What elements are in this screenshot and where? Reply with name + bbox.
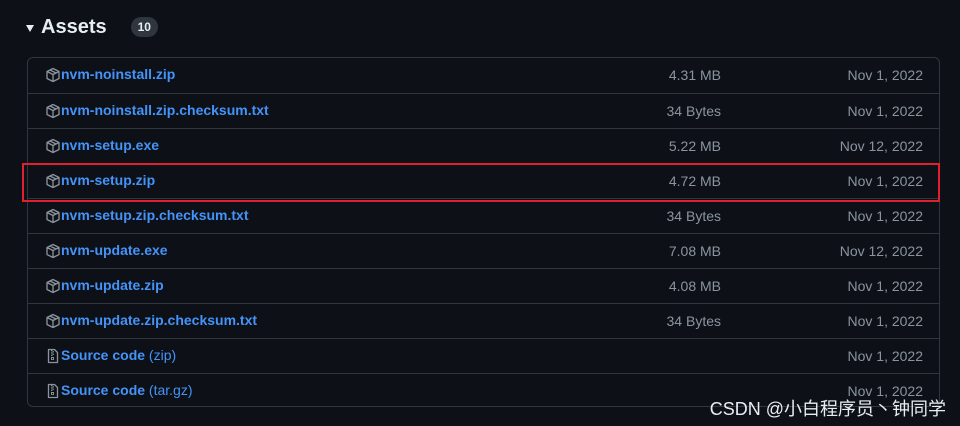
- asset-size: 5.22 MB: [668, 138, 721, 154]
- asset-size: 7.08 MB: [668, 243, 721, 259]
- assets-list: nvm-noinstall.zip 4.31 MB Nov 1, 2022 nvm-n…: [27, 57, 940, 407]
- caret-down-icon: [26, 24, 34, 32]
- asset-name: nvm-setup.exe: [61, 137, 160, 153]
- asset-name: nvm-setup.zip.checksum.txt: [61, 207, 249, 223]
- asset-size: 4.08 MB: [668, 278, 721, 294]
- asset-date: Nov 1, 2022: [847, 103, 924, 119]
- asset-name: nvm-noinstall.zip.checksum.txt: [61, 102, 269, 118]
- asset-link[interactable]: nvm-update.exe: [61, 242, 168, 258]
- asset-row: nvm-update.zip.checksum.txt 34 Bytes Nov 1…: [28, 303, 939, 338]
- asset-row: nvm-noinstall.zip.checksum.txt 34 Bytes No…: [28, 93, 939, 128]
- asset-name: nvm-noinstall.zip: [61, 66, 176, 82]
- asset-link[interactable]: nvm-update.zip.checksum.txt: [61, 312, 257, 328]
- package-icon: [45, 243, 61, 259]
- asset-date: Nov 1, 2022: [847, 348, 924, 364]
- asset-name: Source code: [61, 382, 146, 398]
- asset-name: nvm-setup.zip: [61, 172, 156, 188]
- asset-date: Nov 1, 2022: [847, 67, 924, 83]
- asset-link[interactable]: nvm-update.zip: [61, 277, 164, 293]
- asset-size: 4.31 MB: [668, 67, 721, 83]
- package-icon: [45, 278, 61, 294]
- asset-link[interactable]: nvm-setup.zip: [61, 172, 155, 188]
- asset-extension: (tar.gz): [145, 382, 193, 398]
- asset-row: nvm-update.zip 4.08 MB Nov 1, 2022: [28, 268, 939, 303]
- file-zip-icon: [45, 383, 61, 399]
- assets-count-badge: 10: [130, 17, 158, 37]
- asset-size: 34 Bytes: [666, 208, 721, 224]
- asset-name: nvm-update.exe: [61, 242, 168, 258]
- asset-date: Nov 1, 2022: [847, 278, 924, 294]
- package-icon: [45, 313, 61, 329]
- asset-name: nvm-update.zip: [61, 277, 164, 293]
- asset-row: nvm-setup.exe 5.22 MB Nov 12, 2022: [28, 128, 939, 163]
- asset-size: 34 Bytes: [666, 103, 721, 119]
- asset-row: nvm-setup.zip 4.72 MB Nov 1, 2022: [28, 163, 939, 198]
- asset-row: nvm-noinstall.zip 4.31 MB Nov 1, 2022: [28, 58, 939, 93]
- asset-date: Nov 1, 2022: [847, 208, 924, 224]
- asset-date: Nov 12, 2022: [839, 243, 923, 259]
- asset-name: nvm-update.zip.checksum.txt: [61, 312, 258, 328]
- package-icon: [45, 67, 61, 83]
- asset-date: Nov 1, 2022: [847, 173, 924, 189]
- asset-link[interactable]: nvm-noinstall.zip: [61, 66, 175, 82]
- assets-title: Assets: [41, 15, 107, 38]
- asset-link[interactable]: nvm-noinstall.zip.checksum.txt: [61, 102, 269, 118]
- release-assets-panel: Assets 10 nvm-noinstall.zip 4.31 MB Nov 1,…: [0, 0, 960, 426]
- asset-extension: (zip): [145, 347, 177, 363]
- asset-date: Nov 1, 2022: [847, 313, 924, 329]
- asset-link[interactable]: nvm-setup.exe: [61, 137, 159, 153]
- asset-size: 34 Bytes: [666, 313, 721, 329]
- package-icon: [45, 138, 61, 154]
- asset-row: nvm-update.exe 7.08 MB Nov 12, 2022: [28, 233, 939, 268]
- asset-row: Source code (zip) Nov 1, 2022: [28, 338, 939, 373]
- asset-link[interactable]: nvm-setup.zip.checksum.txt: [61, 207, 249, 223]
- asset-size: 4.72 MB: [668, 173, 721, 189]
- asset-row: nvm-setup.zip.checksum.txt 34 Bytes Nov 1,…: [28, 198, 939, 233]
- watermark: CSDN @小白程序员丶钟同学: [709, 399, 946, 419]
- asset-name: Source code: [61, 347, 146, 363]
- asset-date: Nov 12, 2022: [839, 138, 923, 154]
- asset-link[interactable]: Source code (zip): [61, 347, 176, 363]
- file-zip-icon: [45, 348, 61, 364]
- package-icon: [45, 103, 61, 119]
- package-icon: [45, 208, 61, 224]
- assets-toggle[interactable]: Assets 10: [26, 12, 158, 42]
- package-icon: [45, 173, 61, 189]
- asset-link[interactable]: Source code (tar.gz): [61, 382, 193, 398]
